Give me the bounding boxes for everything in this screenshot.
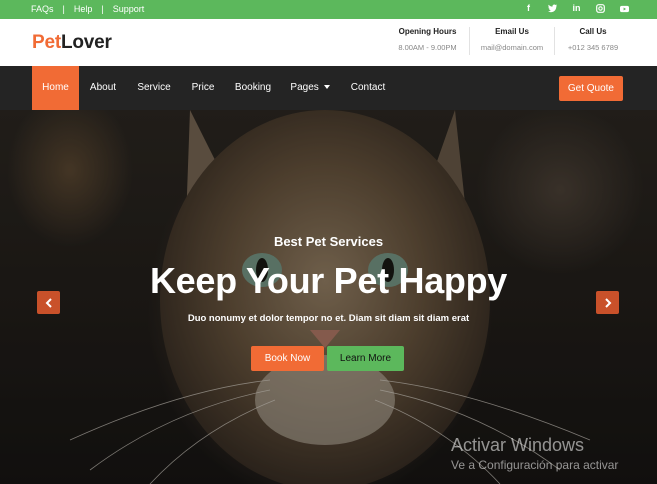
youtube-icon[interactable] (620, 3, 629, 14)
watermark-subtitle: Ve a Configuración para activar (451, 458, 619, 472)
separator: | (101, 4, 104, 14)
nav-item-about[interactable]: About (85, 66, 121, 110)
email-title: Email Us (495, 27, 529, 36)
faqs-link[interactable]: FAQs (31, 4, 54, 14)
opening-hours-title: Opening Hours (398, 27, 457, 36)
hero-description: Duo nonumy et dolor tempor no et. Diam s… (187, 313, 470, 324)
phone-info: Call Us +012 345 6789 (559, 27, 627, 52)
separator: | (62, 4, 65, 14)
hero-carousel: Best Pet Services Keep Your Pet Happy Du… (0, 110, 657, 484)
nav-item-price[interactable]: Price (186, 66, 220, 110)
chevron-left-icon (45, 297, 52, 308)
support-link[interactable]: Support (113, 4, 145, 14)
divider (554, 27, 555, 55)
nav-item-booking[interactable]: Booking (230, 66, 276, 110)
phone-title: Call Us (579, 27, 607, 36)
chevron-right-icon (604, 297, 611, 308)
logo-lover: Lover (60, 32, 112, 53)
twitter-icon[interactable] (548, 3, 557, 14)
hero-title: Keep Your Pet Happy (149, 260, 508, 301)
help-link[interactable]: Help (74, 4, 93, 14)
site-header: PetLover Opening Hours 8.00AM - 9.00PM E… (0, 19, 657, 66)
carousel-prev-button[interactable] (37, 291, 60, 314)
get-quote-button[interactable]: Get Quote (558, 76, 623, 101)
divider (469, 27, 470, 55)
linkedin-icon[interactable]: in (572, 3, 581, 14)
nav-item-pages-label: Pages (290, 82, 319, 93)
opening-hours-value: 8.00AM - 9.00PM (398, 43, 457, 52)
top-bar: FAQs | Help | Support f in (0, 0, 657, 19)
watermark-title: Activar Windows (451, 435, 585, 455)
learn-more-button[interactable]: Learn More (327, 346, 404, 371)
nav-item-service[interactable]: Service (132, 66, 176, 110)
nav-item-home[interactable]: Home (32, 66, 79, 110)
main-nav: Home About Service Price Booking Pages C… (0, 66, 657, 110)
opening-hours: Opening Hours 8.00AM - 9.00PM (390, 27, 465, 52)
hero-subtitle: Best Pet Services (273, 234, 384, 249)
social-links: f in (524, 3, 629, 14)
nav-item-contact[interactable]: Contact (343, 66, 393, 110)
email-value: mail@domain.com (480, 43, 544, 52)
instagram-icon[interactable] (596, 3, 605, 14)
book-now-button[interactable]: Book Now (251, 346, 324, 371)
email-info: Email Us mail@domain.com (474, 27, 550, 52)
carousel-next-button[interactable] (596, 291, 619, 314)
phone-value: +012 345 6789 (567, 43, 619, 52)
caret-down-icon (323, 85, 330, 90)
windows-activation-watermark: Activar Windows Ve a Configuración para … (451, 435, 618, 472)
facebook-icon[interactable]: f (524, 3, 533, 14)
nav-item-pages[interactable]: Pages (288, 66, 332, 110)
logo-pet: Pet (32, 32, 61, 53)
top-links: FAQs | Help | Support (31, 4, 144, 14)
brand-logo[interactable]: PetLover (32, 32, 112, 54)
